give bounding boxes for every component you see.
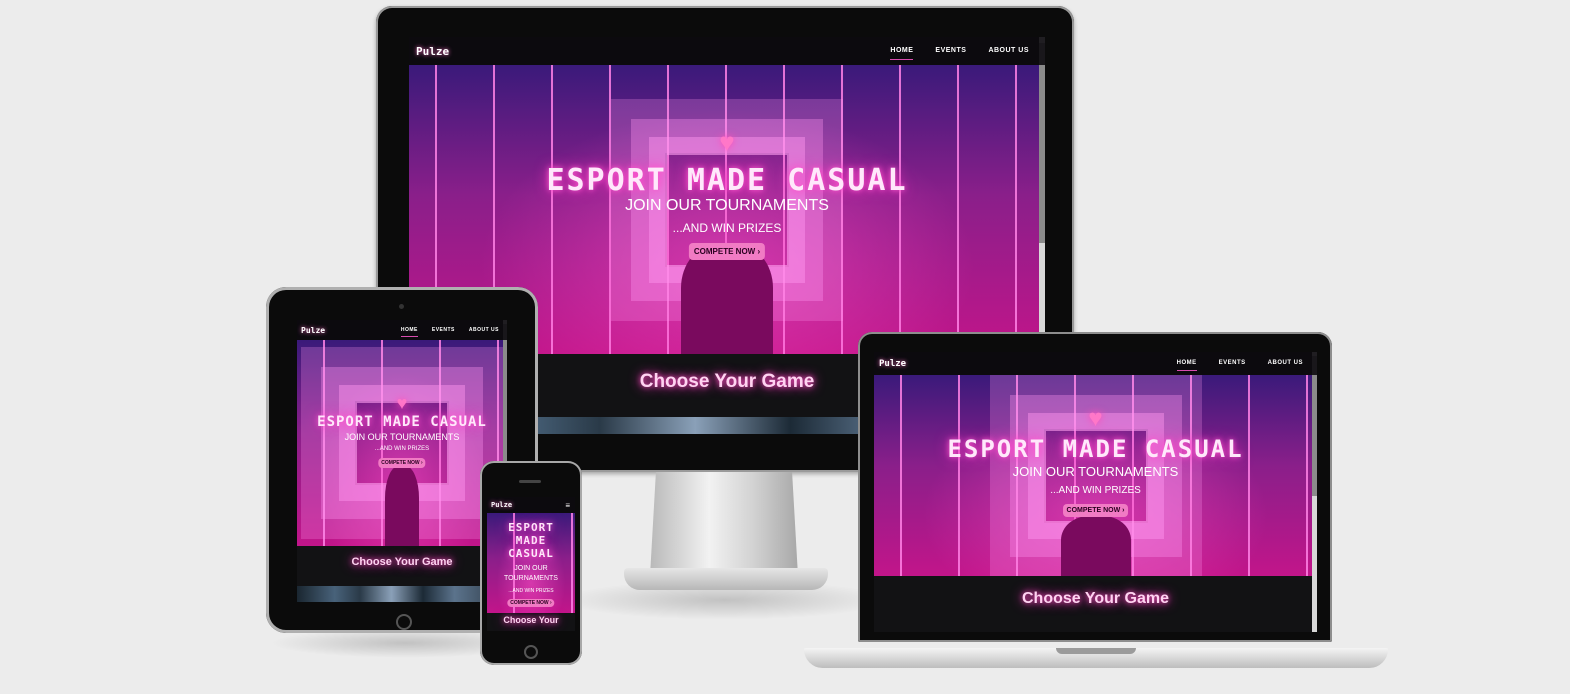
monitor-base [624,568,828,590]
tablet-nav-about-us[interactable]: ABOUT US [469,324,499,337]
hamburger-icon[interactable]: ≡ [565,501,570,510]
heart-icon: ♥ [719,127,735,157]
tablet-navbar: Pulze HOME EVENTS ABOUT US [297,320,507,340]
phone-hero-tagline: ...AND WIN PRIZES [508,588,554,594]
phone-hero-section: ESPORT MADE CASUAL JOIN OUR TOURNAMENTS … [487,513,575,613]
laptop-games-section: Choose Your Game [874,576,1317,632]
nav-events[interactable]: EVENTS [935,42,966,60]
compete-now-button[interactable]: COMPETE NOW › [688,243,766,260]
nav-home[interactable]: HOME [890,42,914,60]
tablet-compete-now-button[interactable]: COMPETE NOW › [378,458,426,468]
phone-games-section: Choose Your [487,613,575,631]
tablet-hero-title: ESPORT MADE CASUAL [317,414,487,430]
laptop-navbar: Pulze HOME EVENTS ABOUT US [874,352,1317,375]
tablet-home-button[interactable] [396,614,412,630]
tablet-hero-subtitle: JOIN OUR TOURNAMENTS [344,432,460,442]
phone-hero-title-line-1: ESPORT [508,521,554,534]
phone-games-title: Choose Your [503,615,559,625]
tablet-nav-menu: HOME EVENTS ABOUT US [400,324,499,337]
tablet-hero-tagline: ...AND WIN PRIZES [374,446,430,452]
laptop-scrollbar[interactable] [1312,352,1317,632]
phone-hero-title-line-2: MADE [515,534,547,547]
laptop-nav-menu: HOME EVENTS ABOUT US [1176,356,1303,371]
phone-hero-title: ESPORT MADE CASUAL [487,521,575,560]
nav-menu: HOME EVENTS ABOUT US [890,42,1029,60]
logo[interactable]: Pulze [416,45,449,58]
laptop-nav-events[interactable]: EVENTS [1219,356,1246,371]
tablet-game-thumbnails[interactable] [297,586,507,602]
tablet-games-section: Choose Your Game [297,546,507,586]
nav-about-us[interactable]: ABOUT US [988,42,1029,60]
phone-hero-title-line-3: CASUAL [508,547,554,560]
laptop-logo[interactable]: Pulze [879,359,906,369]
laptop-heart-icon: ♥ [1088,405,1103,432]
monitor-stand [650,472,798,576]
laptop-hero-tagline: ...AND WIN PRIZES [1050,485,1141,496]
hero-subtitle: JOIN OUR TOURNAMENTS [625,197,829,214]
phone-hero-subtitle-line-2: TOURNAMENTS [504,575,558,582]
laptop-hero-section: ♥ ESPORT MADE CASUAL JOIN OUR TOURNAMENT… [874,375,1317,576]
phone-hero-subtitle: JOIN OUR TOURNAMENTS [487,564,575,584]
tablet-hero-figure [385,466,419,546]
tablet-nav-events[interactable]: EVENTS [432,324,455,337]
phone-logo[interactable]: Pulze [491,501,512,509]
phone-speaker [519,480,541,483]
tablet-games-title: Choose Your Game [351,556,453,568]
laptop-compete-now-button[interactable]: COMPETE NOW › [1062,504,1129,517]
tablet-logo[interactable]: Pulze [301,326,325,335]
hero-tagline: ...AND WIN PRIZES [672,221,782,235]
tablet-scrollbar-thumb[interactable] [503,324,507,464]
laptop-nav-about-us[interactable]: ABOUT US [1268,356,1303,371]
laptop-hero-figure [1060,516,1131,576]
tablet-heart-icon: ♥ [396,393,408,413]
laptop-notch [1056,648,1136,654]
tablet-nav-home[interactable]: HOME [400,324,418,337]
tablet-hero-section: ♥ ESPORT MADE CASUAL JOIN OUR TOURNAMENT… [297,340,507,546]
phone-navbar: Pulze ≡ [487,497,575,513]
hero-figure [681,244,773,354]
laptop-games-title: Choose Your Game [1022,590,1169,607]
laptop-hero-subtitle: JOIN OUR TOURNAMENTS [1012,464,1179,479]
laptop-scrollbar-thumb[interactable] [1312,356,1317,496]
phone-hero-subtitle-line-1: JOIN OUR [514,565,548,572]
laptop-nav-home[interactable]: HOME [1176,356,1197,371]
tablet-camera [399,304,404,309]
laptop-hero-title: ESPORT MADE CASUAL [947,435,1244,463]
phone-screen: Pulze ≡ ESPORT MADE CASUAL JOIN OUR TOUR… [487,497,575,631]
phone-compete-now-button[interactable]: COMPETE NOW › [507,599,555,607]
navbar: Pulze HOME EVENTS ABOUT US [409,37,1045,65]
phone-home-button[interactable] [524,645,538,659]
scrollbar-thumb[interactable] [1039,43,1045,243]
hero-title: ESPORT MADE CASUAL [546,163,908,198]
tablet-screen: Pulze HOME EVENTS ABOUT US ♥ ESPORT MADE… [297,320,507,602]
laptop-screen: Pulze HOME EVENTS ABOUT US ♥ ESPORT MADE… [874,352,1317,632]
